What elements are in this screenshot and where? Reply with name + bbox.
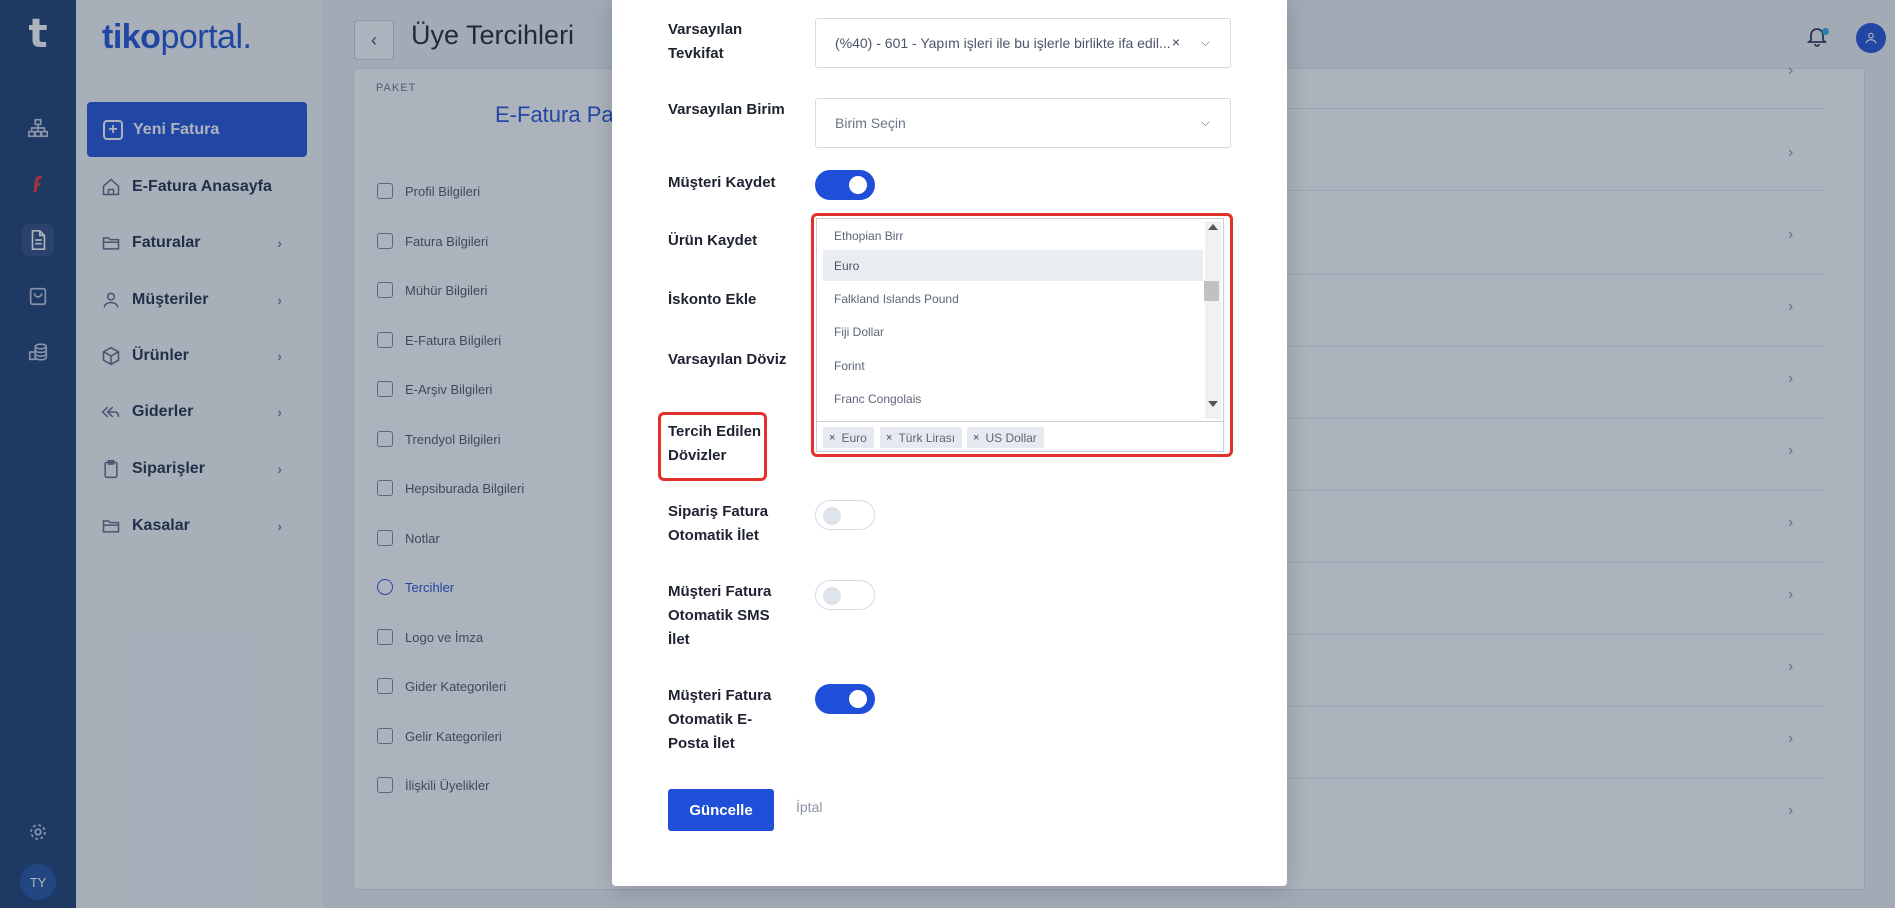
birim-label: Varsayılan Birim [668, 101, 785, 118]
tevkifat-select[interactable]: (%40) - 601 - Yapım işleri ile bu işlerl… [815, 18, 1231, 68]
cancel-link[interactable]: İptal [796, 799, 822, 815]
toggle-knob [823, 507, 841, 525]
doviz-label: Varsayılan Döviz [668, 351, 787, 368]
tevkifat-value: (%40) - 601 - Yapım işleri ile bu işlerl… [835, 35, 1171, 51]
highlight-box-dropdown [811, 213, 1233, 457]
musteri-kaydet-toggle[interactable] [815, 170, 875, 200]
birim-select[interactable]: Birim Seçin ⌵ [815, 98, 1231, 148]
urun-kaydet-label: Ürün Kaydet [668, 232, 758, 249]
siparis-label: Sipariş Fatura Otomatik İlet [668, 503, 769, 544]
tevkifat-label: Varsayılan Tevkifat [668, 21, 743, 62]
sms-toggle[interactable] [815, 580, 875, 610]
eposta-toggle[interactable] [815, 684, 875, 714]
chevron-down-icon: ⌵ [1200, 115, 1210, 129]
sms-label: Müşteri Fatura Otomatik SMS İlet [668, 583, 772, 648]
update-button[interactable]: Güncelle [668, 789, 774, 831]
birim-placeholder: Birim Seçin [835, 115, 906, 131]
toggle-knob [823, 587, 841, 605]
siparis-toggle[interactable] [815, 500, 875, 530]
musteri-kaydet-label: Müşteri Kaydet [668, 174, 776, 191]
toggle-knob [849, 690, 867, 708]
highlight-box-label [658, 412, 767, 481]
chevron-down-icon: ⌵ [1200, 35, 1210, 49]
toggle-knob [849, 176, 867, 194]
iskonto-label: İskonto Ekle [668, 291, 757, 308]
clear-icon[interactable]: × [1172, 34, 1180, 50]
eposta-label: Müşteri Fatura Otomatik E-Posta İlet [668, 687, 772, 752]
